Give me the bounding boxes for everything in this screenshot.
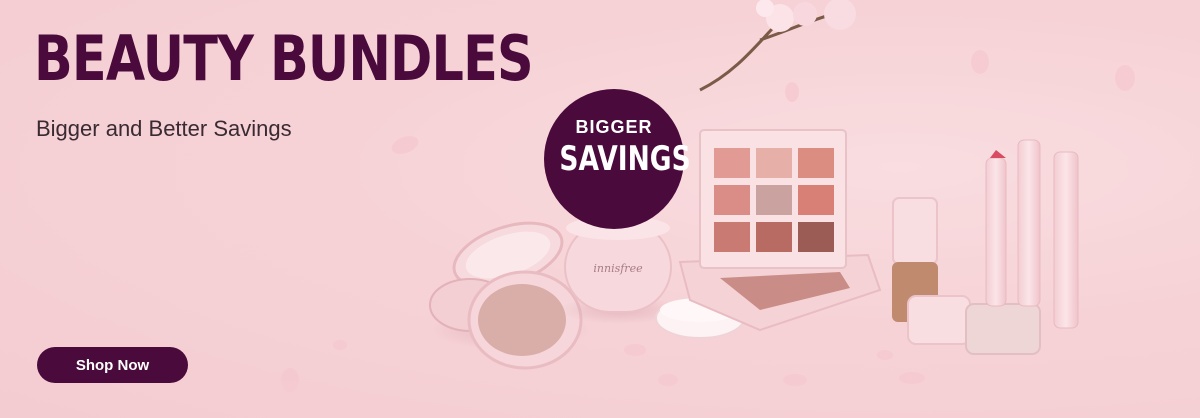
lipsticks — [985, 139, 1079, 329]
shop-now-button[interactable]: Shop Now — [37, 347, 188, 383]
promo-banner[interactable]: innisfree BEAUTY BUNDLES Bigger and Bett… — [0, 0, 1200, 418]
compact-mirror — [429, 221, 590, 370]
cherry-blossom-branch — [699, 0, 856, 92]
eyeshadow-palette — [678, 129, 882, 332]
badge-main-text: SAVINGS — [559, 139, 691, 179]
subtitle: Bigger and Better Savings — [36, 116, 292, 141]
savings-badge: BIGGER SAVINGS — [544, 89, 691, 229]
brand-mark: innisfree — [593, 262, 643, 275]
page-title: BEAUTY BUNDLES — [34, 22, 534, 95]
badge-top-text: BIGGER — [575, 117, 653, 137]
